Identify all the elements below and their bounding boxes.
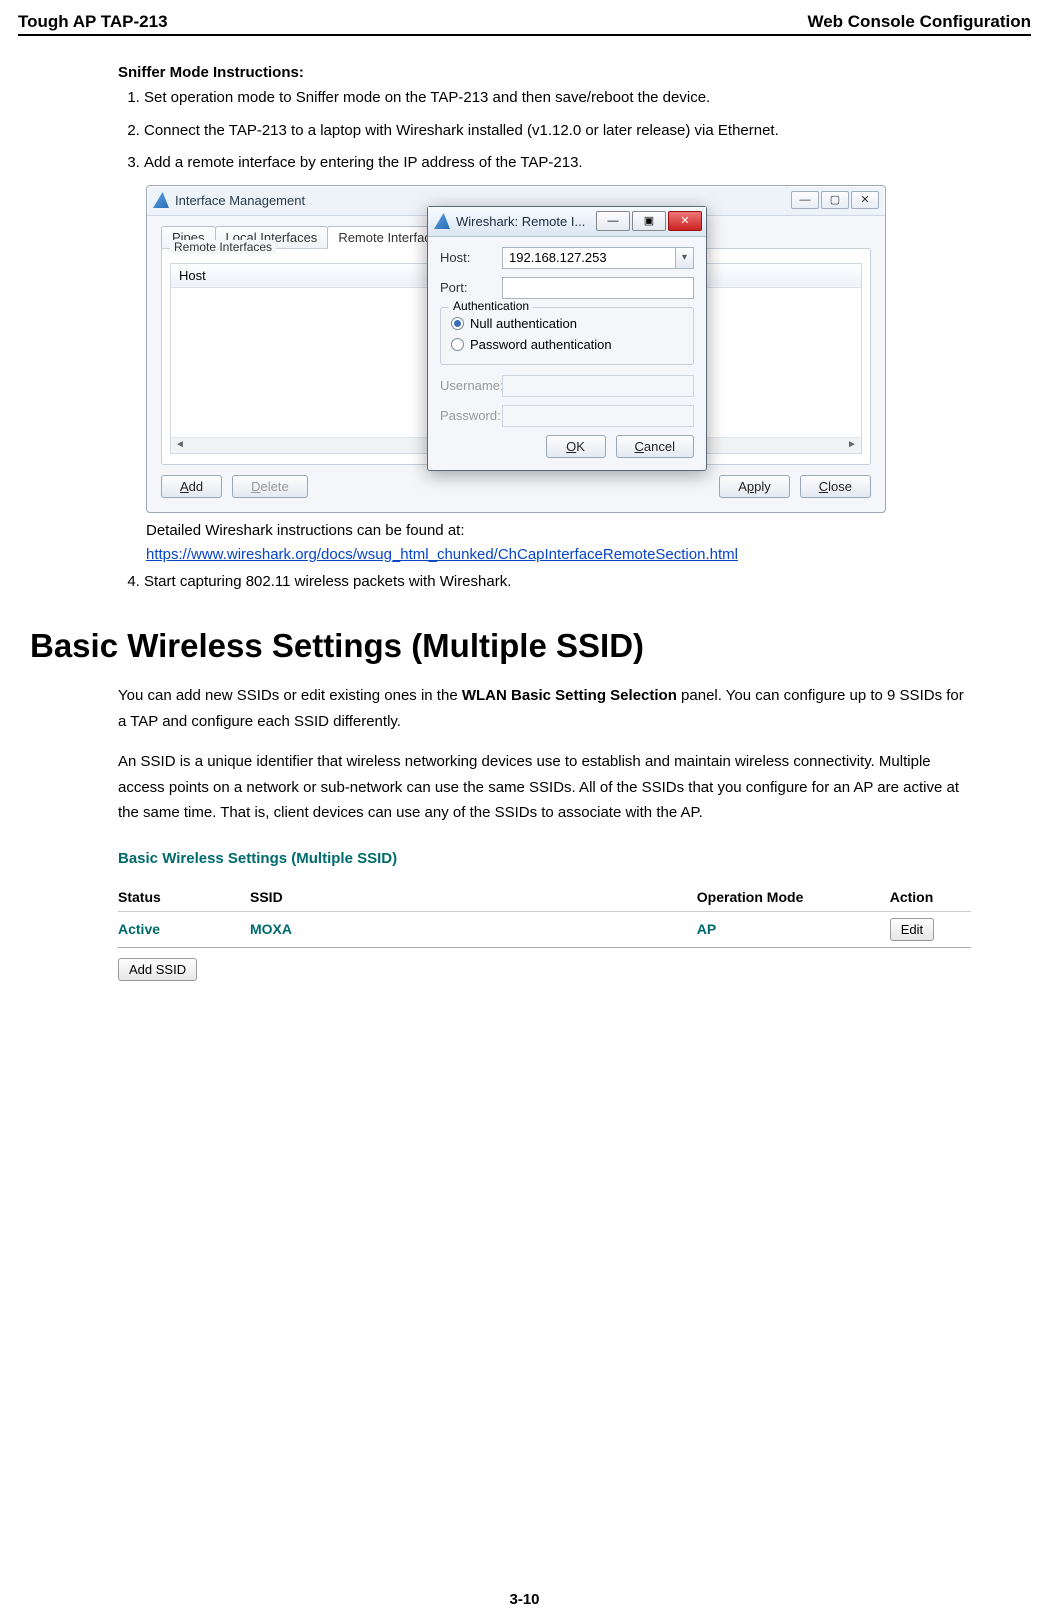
username-label: Username: [440,378,502,393]
wireshark-caption: Detailed Wireshark instructions can be f… [146,522,465,539]
col-operation-mode: Operation Mode [697,885,890,912]
page-number: 3-10 [0,1591,1049,1608]
scroll-left-icon[interactable]: ◄ [172,439,188,450]
instruction-step: Add a remote interface by entering the I… [144,152,971,175]
instruction-list-cont: Start capturing 802.11 wireless packets … [118,571,971,594]
wireshark-icon [153,192,169,208]
null-auth-label: Null authentication [470,316,577,331]
dialog-title: Wireshark: Remote I... [456,214,594,229]
password-input [502,405,694,427]
add-button[interactable]: Add [161,475,222,498]
instruction-list: Set operation mode to Sniffer mode on th… [118,87,971,175]
ssid-value: MOXA [250,911,697,947]
port-label: Port: [440,280,502,295]
window-minimize-button[interactable]: — [791,191,819,209]
instruction-step: Start capturing 802.11 wireless packets … [144,571,971,594]
password-auth-radio[interactable] [451,338,464,351]
scroll-right-icon[interactable]: ► [844,439,860,450]
operation-mode-value: AP [697,911,890,947]
dialog-minimize-button[interactable]: — [596,211,630,231]
header-right: Web Console Configuration [807,12,1031,32]
ok-button[interactable]: OK [546,435,606,458]
sniffer-heading: Sniffer Mode Instructions: [118,64,971,81]
dialog-close-button[interactable]: ✕ [668,211,702,231]
dialog-maximize-button[interactable]: ▣ [632,211,666,231]
username-input [502,375,694,397]
remote-interfaces-group-label: Remote Interfaces [170,240,276,254]
null-auth-radio[interactable] [451,317,464,330]
wireshark-link[interactable]: https://www.wireshark.org/docs/wsug_html… [146,546,738,563]
apply-button[interactable]: Apply [719,475,790,498]
edit-button[interactable]: Edit [890,918,934,941]
chevron-down-icon[interactable]: ▾ [676,247,694,269]
interface-management-window: Interface Management — ▢ ✕ Pipes Local I… [146,185,886,513]
remote-interface-dialog: Wireshark: Remote I... — ▣ ✕ Host: 192.1… [427,206,707,471]
section-paragraph: An SSID is a unique identifier that wire… [118,749,971,826]
add-ssid-button[interactable]: Add SSID [118,958,197,981]
header-left: Tough AP TAP-213 [18,12,168,32]
password-label: Password: [440,408,502,423]
close-button[interactable]: Close [800,475,871,498]
cancel-button[interactable]: Cancel [616,435,694,458]
col-status: Status [118,885,250,912]
host-label: Host: [440,250,502,265]
status-value: Active [118,911,250,947]
col-ssid: SSID [250,885,697,912]
window-maximize-button[interactable]: ▢ [821,191,849,209]
host-input[interactable]: 192.168.127.253 [502,247,676,269]
section-title: Basic Wireless Settings (Multiple SSID) [30,627,971,665]
password-auth-label: Password authentication [470,337,612,352]
instruction-step: Connect the TAP-213 to a laptop with Wir… [144,120,971,143]
ssid-table: Status SSID Operation Mode Action Active… [118,885,971,948]
section-paragraph: You can add new SSIDs or edit existing o… [118,683,971,734]
wireshark-icon [434,213,450,229]
panel-title: Basic Wireless Settings (Multiple SSID) [118,850,971,867]
instruction-step: Set operation mode to Sniffer mode on th… [144,87,971,110]
authentication-group-label: Authentication [449,299,533,313]
delete-button: Delete [232,475,308,498]
col-action: Action [890,885,971,912]
port-input[interactable] [502,277,694,299]
table-row: Active MOXA AP Edit [118,911,971,947]
window-close-button[interactable]: ✕ [851,191,879,209]
